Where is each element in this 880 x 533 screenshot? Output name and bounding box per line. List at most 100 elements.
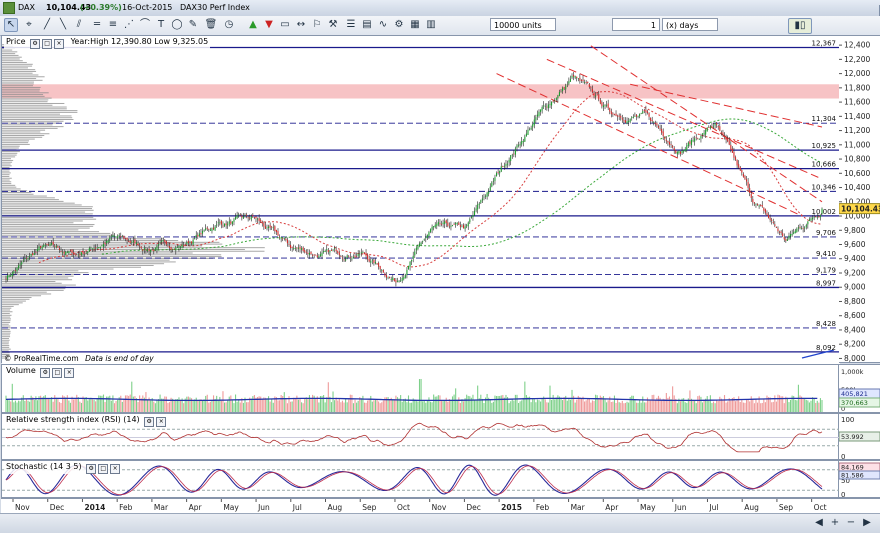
volume-settings-icon[interactable]: ⚙ — [40, 368, 51, 378]
price-settings-icon[interactable]: ⚙ — [30, 39, 41, 49]
stochastic-settings-icon[interactable]: ⚙ — [86, 464, 97, 474]
candle-body — [573, 74, 575, 77]
volume-panel[interactable]: Volume ⚙ □ × — [1, 364, 839, 413]
volume-bar — [19, 401, 21, 412]
delete-icon[interactable]: 🗑 — [204, 18, 218, 32]
zoom-icon[interactable]: ⌖ — [22, 18, 36, 32]
tools-icon[interactable]: ⚒ — [326, 18, 340, 32]
price-footer: © ProRealTime.com Data is end of day — [4, 354, 154, 363]
stochastic-close-icon[interactable]: × — [110, 464, 121, 474]
volume-bar — [635, 402, 638, 412]
profile-bar — [2, 63, 33, 65]
volume-bar — [183, 403, 185, 412]
candle-body — [767, 214, 770, 219]
candle-body — [8, 275, 10, 277]
price-close-icon[interactable]: × — [54, 39, 65, 49]
candle-body — [5, 278, 7, 280]
candle-body — [551, 101, 553, 106]
rsi-panel[interactable]: Relative strength index (RSI) (14) ⚙ × — [1, 413, 840, 460]
volume-bar — [209, 401, 211, 412]
candle-body — [153, 249, 155, 252]
settings-icon[interactable]: ⚙ — [392, 18, 406, 32]
candle-body — [565, 85, 567, 90]
volume-bar — [225, 402, 227, 412]
candle-body — [197, 234, 199, 237]
volume-bar — [494, 395, 496, 412]
profile-bar — [2, 343, 9, 345]
volume-bar — [777, 394, 779, 412]
candle-body — [451, 225, 454, 227]
volume-chart — [5, 378, 823, 412]
channel-icon[interactable]: ⫽ — [72, 18, 86, 32]
hline-icon[interactable]: ═ — [90, 18, 104, 32]
indicator-icon[interactable]: ∿ — [376, 18, 390, 32]
volume-close-icon[interactable]: × — [64, 368, 75, 378]
candle-body — [192, 239, 194, 245]
candle-body — [159, 242, 161, 244]
x-tick-label: May — [223, 503, 239, 512]
candle-body — [88, 248, 90, 252]
scroll-right-icon[interactable]: ▶ — [860, 516, 874, 530]
order-icon[interactable]: ☰ — [344, 18, 358, 32]
price-panel[interactable]: Price ⚙ □ × Year:High 12,390.80 Low 9,325.… — [1, 35, 840, 364]
period-unit-select[interactable]: (x) days — [662, 18, 718, 31]
buy-arrow-icon[interactable]: ▲ — [246, 18, 260, 32]
profile-bar — [2, 227, 90, 229]
arc-icon[interactable]: ⌒ — [138, 18, 152, 32]
candle-body — [448, 226, 450, 228]
grid-icon[interactable]: ▥ — [424, 18, 438, 32]
candle-body — [164, 239, 166, 242]
volume-bar — [233, 403, 235, 412]
profile-bar — [2, 126, 64, 128]
trendline-icon[interactable]: ╱ — [40, 18, 54, 32]
units-input[interactable]: 10000 units — [490, 18, 556, 31]
y-tick-label: 10,600 — [844, 169, 870, 178]
volume-bar — [426, 400, 428, 412]
volume-bar — [783, 403, 785, 412]
ellipse-icon[interactable]: ◯ — [170, 18, 184, 32]
rectangle-icon[interactable]: ▭ — [278, 18, 292, 32]
sell-arrow-icon[interactable]: ▼ — [262, 18, 276, 32]
x-tick-label: Aug — [328, 503, 343, 512]
properties-icon[interactable]: ▦ — [408, 18, 422, 32]
line-icon[interactable]: ╲ — [56, 18, 70, 32]
zoom-out-icon[interactable]: − — [844, 516, 858, 530]
stochastic-maximize-icon[interactable]: □ — [98, 464, 109, 474]
candle-body — [401, 277, 403, 281]
level-label: 11,304 — [812, 115, 837, 123]
profile-bar — [2, 60, 23, 62]
measure-icon[interactable]: ↔ — [294, 18, 308, 32]
cursor-icon[interactable]: ↖ — [4, 18, 18, 32]
fibonacci-icon[interactable]: ≡ — [106, 18, 120, 32]
price-maximize-icon[interactable]: □ — [42, 39, 53, 49]
candle-body — [219, 222, 221, 224]
volume-bar — [414, 399, 416, 412]
fan-icon[interactable]: ⋰ — [122, 18, 136, 32]
volume-bar — [816, 400, 818, 412]
volume-bar — [98, 395, 100, 412]
period-count-input[interactable]: 1 — [612, 18, 660, 31]
chart-type-icon[interactable]: ▮▯ — [788, 18, 812, 34]
profile-bar — [2, 133, 50, 135]
rsi-close-icon[interactable]: × — [156, 417, 167, 427]
template-icon[interactable]: ▤ — [360, 18, 374, 32]
alert-icon[interactable]: ⚐ — [310, 18, 324, 32]
profile-bar — [2, 250, 265, 252]
candle-body — [54, 245, 56, 247]
pencil-icon[interactable]: ✎ — [186, 18, 200, 32]
candle-body — [329, 250, 331, 253]
volume-bar — [604, 398, 606, 412]
volume-axis: 1,000k500k0405,821370,663 — [839, 368, 880, 413]
stochastic-panel[interactable]: Stochastic (14 3 5) ⚙ □ × — [1, 460, 840, 498]
y-tick-label: 9,200 — [844, 268, 866, 277]
profile-bar — [2, 254, 222, 256]
rsi-settings-icon[interactable]: ⚙ — [144, 417, 155, 427]
candle-body — [488, 191, 490, 194]
volume-bar — [544, 399, 546, 412]
profile-bar — [2, 65, 33, 67]
clock-icon[interactable]: ◷ — [222, 18, 236, 32]
scroll-left-icon[interactable]: ◀ — [812, 516, 826, 530]
volume-maximize-icon[interactable]: □ — [52, 368, 63, 378]
text-icon[interactable]: T — [154, 18, 168, 32]
zoom-in-icon[interactable]: + — [828, 516, 842, 530]
